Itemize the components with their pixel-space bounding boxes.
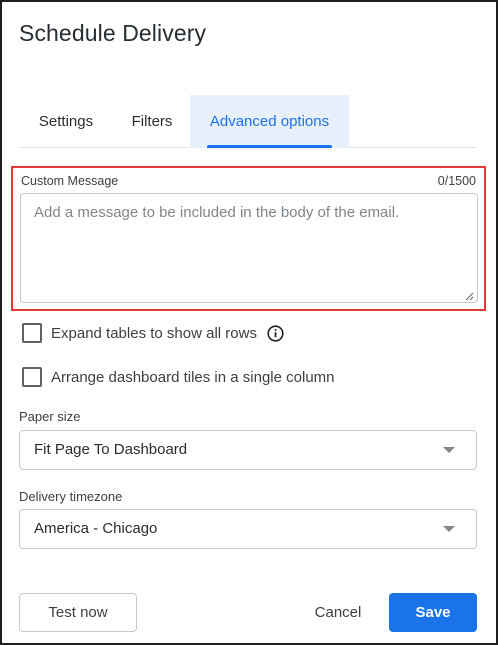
- tab-advanced-options[interactable]: Advanced options: [190, 95, 349, 148]
- save-button[interactable]: Save: [389, 593, 477, 632]
- delivery-timezone-value: America - Chicago: [34, 520, 158, 537]
- test-now-button[interactable]: Test now: [19, 593, 137, 632]
- cancel-button[interactable]: Cancel: [300, 593, 376, 632]
- delivery-timezone-label: Delivery timezone: [19, 489, 123, 504]
- schedule-delivery-dialog: Schedule Delivery Settings Filters Advan…: [0, 0, 498, 645]
- tab-advanced-options-label: Advanced options: [209, 113, 330, 130]
- expand-tables-label: Expand tables to show all rows: [51, 324, 257, 342]
- single-column-checkbox[interactable]: [22, 367, 42, 387]
- expand-tables-checkbox[interactable]: [22, 323, 42, 343]
- chevron-down-icon: [443, 447, 455, 453]
- dialog-title: Schedule Delivery: [19, 20, 207, 46]
- resize-handle-icon[interactable]: [465, 292, 474, 301]
- chevron-down-icon: [443, 526, 455, 532]
- character-counter: 0/1500: [437, 174, 476, 188]
- tab-settings[interactable]: Settings: [18, 95, 114, 148]
- active-tab-indicator: [207, 145, 332, 148]
- tab-filters[interactable]: Filters: [114, 95, 190, 148]
- single-column-label: Arrange dashboard tiles in a single colu…: [51, 368, 335, 386]
- paper-size-value: Fit Page To Dashboard: [34, 441, 188, 458]
- paper-size-select[interactable]: Fit Page To Dashboard: [19, 430, 477, 470]
- custom-message-input[interactable]: [20, 193, 478, 303]
- expand-tables-option: Expand tables to show all rows: [22, 323, 284, 343]
- single-column-option: Arrange dashboard tiles in a single colu…: [22, 367, 335, 387]
- custom-message-section: Custom Message 0/1500: [11, 166, 486, 311]
- delivery-timezone-select[interactable]: America - Chicago: [19, 509, 477, 549]
- tab-bar: Settings Filters Advanced options: [18, 95, 477, 148]
- info-icon[interactable]: [267, 324, 284, 342]
- custom-message-label: Custom Message: [21, 174, 119, 188]
- paper-size-label: Paper size: [19, 409, 81, 424]
